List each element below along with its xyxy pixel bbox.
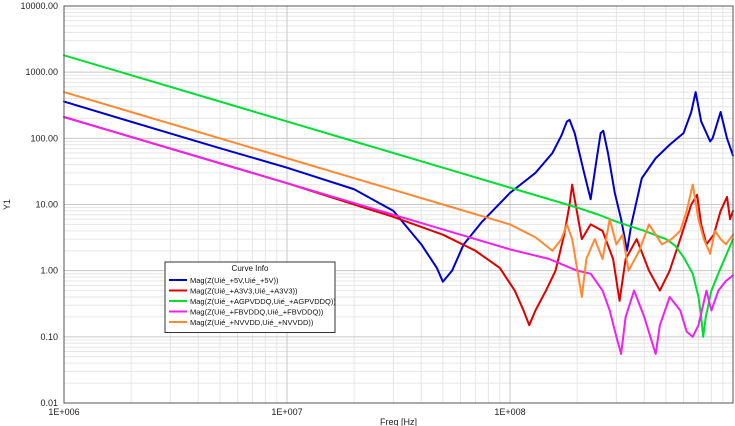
y-tick-label: 10000.00 bbox=[20, 1, 58, 11]
x-tick-label: 1E+006 bbox=[48, 407, 79, 417]
legend-entry: Mag(Z(Uié_+NVVDD,Uié_+NVVDD)) bbox=[190, 318, 314, 327]
y-tick-label: 1000.00 bbox=[25, 67, 58, 77]
legend-entry: Mag(Z(Uié_+5V,Uié_+5V)) bbox=[190, 276, 279, 285]
x-axis-label: Freq [Hz] bbox=[380, 417, 417, 426]
legend: Curve Info Mag(Z(Uié_+5V,Uié_+5V)) Mag(Z(… bbox=[164, 261, 336, 333]
x-tick-label: 1E+007 bbox=[271, 407, 302, 417]
series-line-5 bbox=[63, 91, 734, 298]
x-tick-label: 1E+008 bbox=[494, 407, 525, 417]
legend-entry: Mag(Z(Uié_+AGPVDDQ,Uié_+AGPVDDQ)) bbox=[190, 297, 336, 306]
y-tick-label: 100.00 bbox=[30, 133, 58, 143]
impedance-chart: 10000.001000.00100.0010.001.000.100.011E… bbox=[2, 1, 734, 426]
series-line-1 bbox=[63, 91, 734, 283]
y-tick-label: 0.10 bbox=[40, 332, 58, 342]
legend-title: Curve Info bbox=[232, 264, 269, 273]
legend-entry: Mag(Z(Uié_+FBVDDQ,Uié_+FBVDDQ)) bbox=[190, 308, 324, 317]
y-tick-label: 1.00 bbox=[40, 266, 58, 276]
y-axis-label: Y1 bbox=[2, 199, 12, 210]
tick-labels: 10000.001000.00100.0010.001.000.100.011E… bbox=[20, 1, 525, 417]
legend-entry: Mag(Z(Uié_+A3V3,Uié_+A3V3)) bbox=[190, 287, 298, 296]
y-tick-label: 10.00 bbox=[35, 200, 58, 210]
